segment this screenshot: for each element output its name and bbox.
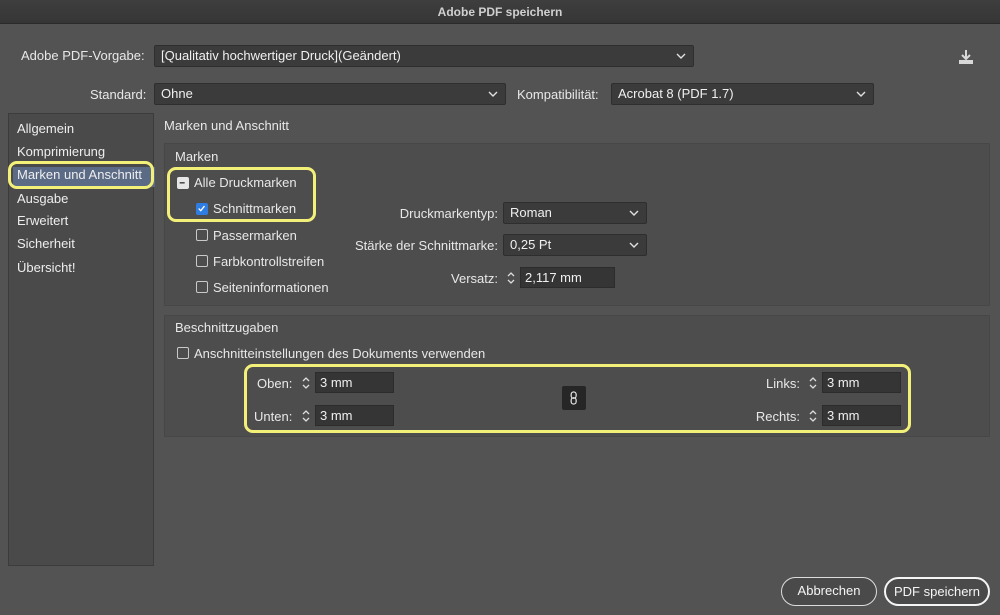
standard-label: Standard: [90,87,147,102]
all-marks-label[interactable]: Alle Druckmarken [194,175,297,190]
preset-value: [Qualitativ hochwertiger Druck](Geändert… [161,48,401,63]
bleed-bottom-stepper[interactable] [299,405,313,426]
use-doc-bleed-checkbox[interactable] [177,347,189,359]
offset-label: Versatz: [451,271,498,286]
offset-field[interactable]: 2,117 mm [520,267,615,288]
bleed-right-label: Rechts: [755,409,800,424]
compat-select[interactable]: Acrobat 8 (PDF 1.7) [611,83,874,105]
page-info-label[interactable]: Seiteninformationen [213,280,329,295]
cancel-button[interactable]: Abbrechen [781,577,877,606]
compat-label: Kompatibilität: [517,87,599,102]
bleed-top-field[interactable]: 3 mm [315,372,394,393]
mark-weight-select[interactable]: 0,25 Pt [503,234,647,256]
chevron-down-icon [487,84,499,104]
registration-marks-checkbox[interactable] [196,229,208,241]
bleed-top-label: Oben: [257,376,293,391]
bleed-right-field[interactable]: 3 mm [822,405,901,426]
sidebar-item-uebersicht[interactable]: Übersicht! [17,260,76,275]
bleed-bottom-label: Unten: [254,409,293,424]
section-title: Marken und Anschnitt [164,118,290,133]
mark-weight-value: 0,25 Pt [510,237,552,252]
bleed-left-stepper[interactable] [806,372,820,393]
sidebar-item-ausgabe[interactable]: Ausgabe [17,191,68,206]
page-info-checkbox[interactable] [196,281,208,293]
chevron-down-icon [628,235,640,255]
bleed-bottom-field[interactable]: 3 mm [315,405,394,426]
standard-select[interactable]: Ohne [154,83,506,105]
chevron-down-icon [675,46,687,66]
save-preset-icon[interactable] [956,47,976,67]
marks-heading: Marken [175,149,219,164]
all-marks-checkbox[interactable] [177,177,189,189]
bleed-left-label: Links: [766,376,800,391]
offset-value: 2,117 mm [525,270,582,285]
mark-type-label: Druckmarkentyp: [399,206,498,221]
sidebar-item-allgemein[interactable]: Allgemein [17,121,74,136]
window-titlebar: Adobe PDF speichern [0,0,1000,24]
bleed-left-field[interactable]: 3 mm [822,372,901,393]
sidebar-item-marken-und-anschnitt[interactable]: Marken und Anschnitt [17,167,142,182]
bleed-top-value: 3 mm [320,375,353,390]
save-pdf-button[interactable]: PDF speichern [884,577,990,606]
mark-type-value: Roman [510,205,552,220]
window-title: Adobe PDF speichern [437,5,563,19]
registration-marks-label[interactable]: Passermarken [213,228,297,243]
compat-value: Acrobat 8 (PDF 1.7) [618,86,734,101]
crop-marks-label[interactable]: Schnittmarken [213,201,296,216]
bleed-heading: Beschnittzugaben [175,320,279,335]
sidebar-item-erweitert[interactable]: Erweitert [17,213,68,228]
preset-select[interactable]: [Qualitativ hochwertiger Druck](Geändert… [154,45,694,67]
sidebar: Allgemein Komprimierung Marken und Ansch… [8,113,155,566]
bleed-left-value: 3 mm [827,375,860,390]
sidebar-item-komprimierung[interactable]: Komprimierung [17,144,105,159]
bleed-right-value: 3 mm [827,408,860,423]
bleed-top-stepper[interactable] [299,372,313,393]
sidebar-item-sicherheit[interactable]: Sicherheit [17,236,75,251]
bleed-bottom-value: 3 mm [320,408,353,423]
offset-stepper[interactable] [504,267,518,288]
chain-link-icon[interactable] [562,386,586,410]
color-bars-checkbox[interactable] [196,255,208,267]
use-doc-bleed-label[interactable]: Anschnitteinstellungen des Dokuments ver… [194,346,485,361]
crop-marks-checkbox[interactable] [196,203,208,215]
bleed-right-stepper[interactable] [806,405,820,426]
preset-label: Adobe PDF-Vorgabe: [21,48,145,63]
chevron-down-icon [855,84,867,104]
mark-type-select[interactable]: Roman [503,202,647,224]
standard-value: Ohne [161,86,193,101]
color-bars-label[interactable]: Farbkontrollstreifen [213,254,324,269]
chevron-down-icon [628,203,640,223]
mark-weight-label: Stärke der Schnittmarke: [354,238,498,253]
